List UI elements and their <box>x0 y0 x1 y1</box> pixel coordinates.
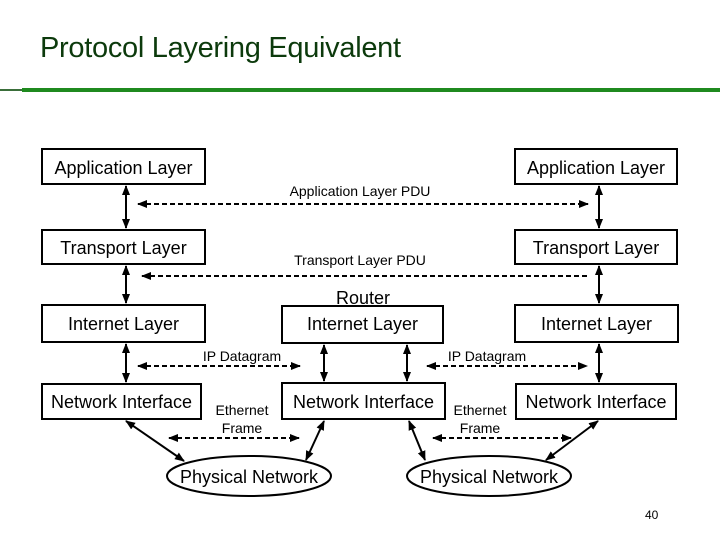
right-ni-to-net-arrow <box>545 420 599 461</box>
router-network-interface-box: Network Interface <box>281 382 446 420</box>
left-network-interface-box: Network Interface <box>41 383 202 420</box>
right-application-label: Application Layer <box>527 158 665 178</box>
ethernet-right-label-1: Ethernet <box>454 402 507 418</box>
right-application-box: Application Layer <box>514 148 678 185</box>
left-application-box: Application Layer <box>41 148 206 185</box>
left-transport-box: Transport Layer <box>41 229 206 265</box>
ethernet-left-label-1: Ethernet <box>216 402 269 418</box>
left-physical-network: Physical Network <box>166 455 332 497</box>
router-network-interface-label: Network Interface <box>293 392 434 412</box>
ip-datagram-left-label: IP Datagram <box>203 348 281 364</box>
left-network-interface-label: Network Interface <box>51 392 192 412</box>
page-number: 40 <box>645 508 659 522</box>
transport-pdu-label: Transport Layer PDU <box>294 252 426 268</box>
protocol-diagram: Application Layer Transport Layer Intern… <box>41 148 679 497</box>
right-network-interface-label: Network Interface <box>525 392 666 412</box>
right-transport-box: Transport Layer <box>514 229 678 265</box>
right-physical-network-label: Physical Network <box>420 467 559 487</box>
application-pdu-label: Application Layer PDU <box>290 183 431 199</box>
right-internet-box: Internet Layer <box>514 304 679 343</box>
router-internet-label: Internet Layer <box>307 314 418 334</box>
left-internet-label: Internet Layer <box>68 314 179 334</box>
left-physical-network-label: Physical Network <box>180 467 319 487</box>
right-physical-network: Physical Network <box>406 455 572 497</box>
ip-datagram-right-label: IP Datagram <box>448 348 526 364</box>
left-internet-box: Internet Layer <box>41 304 206 343</box>
ethernet-left-label-2: Frame <box>222 420 263 436</box>
right-network-interface-box: Network Interface <box>515 383 677 420</box>
right-internet-label: Internet Layer <box>541 314 652 334</box>
ethernet-right-label-2: Frame <box>460 420 501 436</box>
left-application-label: Application Layer <box>54 158 192 178</box>
router-ni-to-right-net-arrow <box>408 420 426 461</box>
right-transport-label: Transport Layer <box>533 238 659 258</box>
left-ni-to-net-arrow <box>125 420 185 462</box>
router-internet-box: Internet Layer <box>281 305 444 344</box>
router-ni-to-left-net-arrow <box>305 420 325 461</box>
left-transport-label: Transport Layer <box>60 238 186 258</box>
